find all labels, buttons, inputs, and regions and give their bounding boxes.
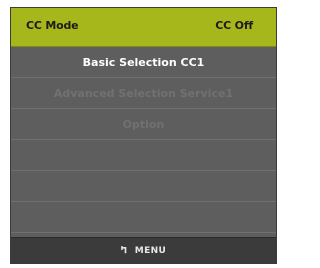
cc-mode-screen: CC Mode CC Off Basic Selection CC1 Advan… — [10, 7, 277, 264]
option-basic-selection-cc1[interactable]: Basic Selection CC1 — [11, 47, 276, 78]
empty-row — [11, 140, 276, 171]
setting-title: CC Mode — [26, 19, 79, 32]
menu-label: MENU — [134, 245, 167, 256]
option-option[interactable]: Option — [11, 109, 276, 140]
option-advanced-selection-service1[interactable]: Advanced Selection Service1 — [11, 78, 276, 109]
header-bar: CC Mode CC Off — [11, 8, 276, 47]
empty-row — [11, 171, 276, 202]
empty-row — [11, 202, 276, 233]
option-list: Basic Selection CC1 Advanced Selection S… — [11, 47, 276, 233]
footer-bar: MENU — [11, 237, 276, 263]
return-arrow-icon — [120, 246, 127, 254]
menu-button[interactable]: MENU — [120, 245, 167, 256]
setting-current-value: CC Off — [215, 19, 253, 32]
